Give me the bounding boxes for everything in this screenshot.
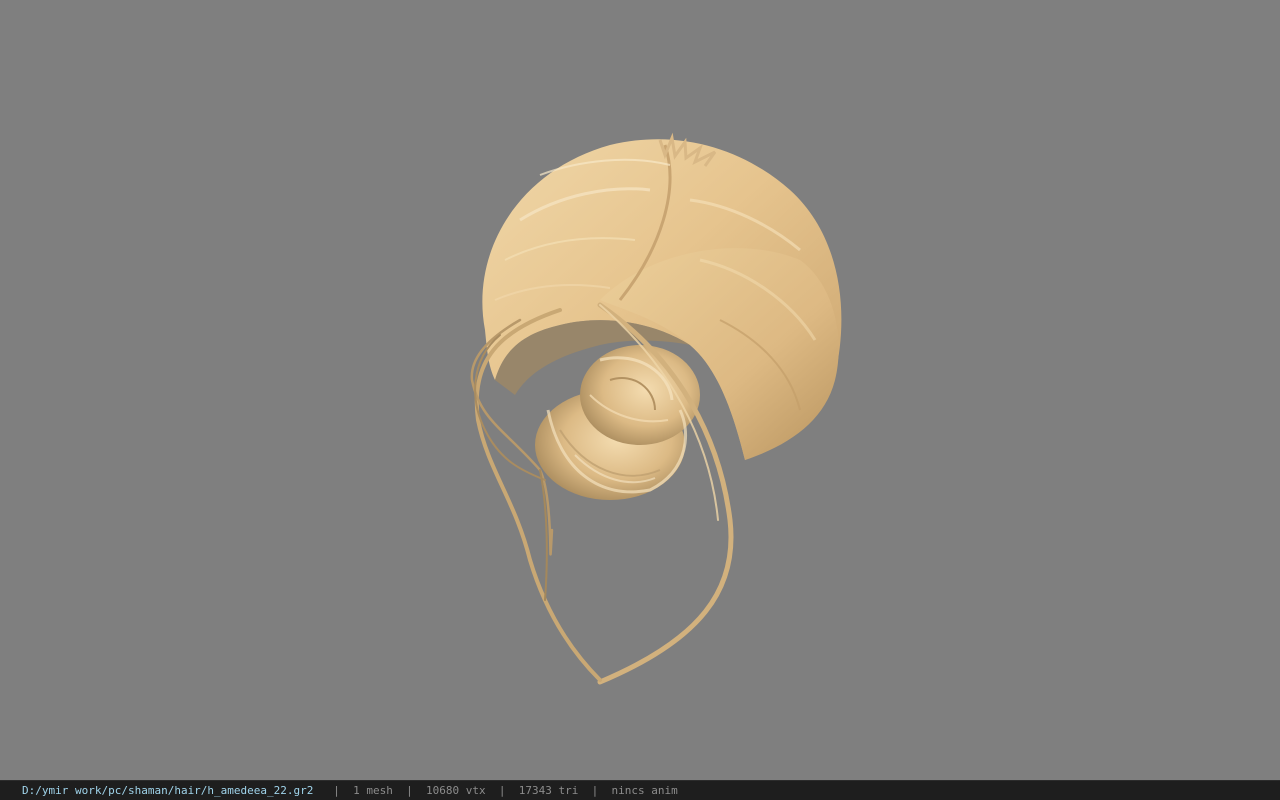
status-bar: D:/ymir work/pc/shaman/hair/h_amedeea_22… bbox=[0, 780, 1280, 800]
triangle-count: 17343 tri bbox=[518, 784, 579, 797]
separator: | bbox=[498, 784, 506, 797]
anim-status: nincs anim bbox=[611, 784, 678, 797]
separator: | bbox=[333, 784, 340, 797]
file-path: D:/ymir work/pc/shaman/hair/h_amedeea_22… bbox=[22, 784, 314, 797]
vertex-count: 10680 vtx bbox=[426, 784, 486, 797]
separator: | bbox=[591, 784, 599, 797]
3d-viewport[interactable] bbox=[0, 0, 1280, 780]
hair-model bbox=[470, 132, 842, 685]
hair-bun bbox=[535, 345, 700, 500]
separator: | bbox=[406, 784, 413, 797]
mesh-count: 1 mesh bbox=[353, 784, 393, 797]
